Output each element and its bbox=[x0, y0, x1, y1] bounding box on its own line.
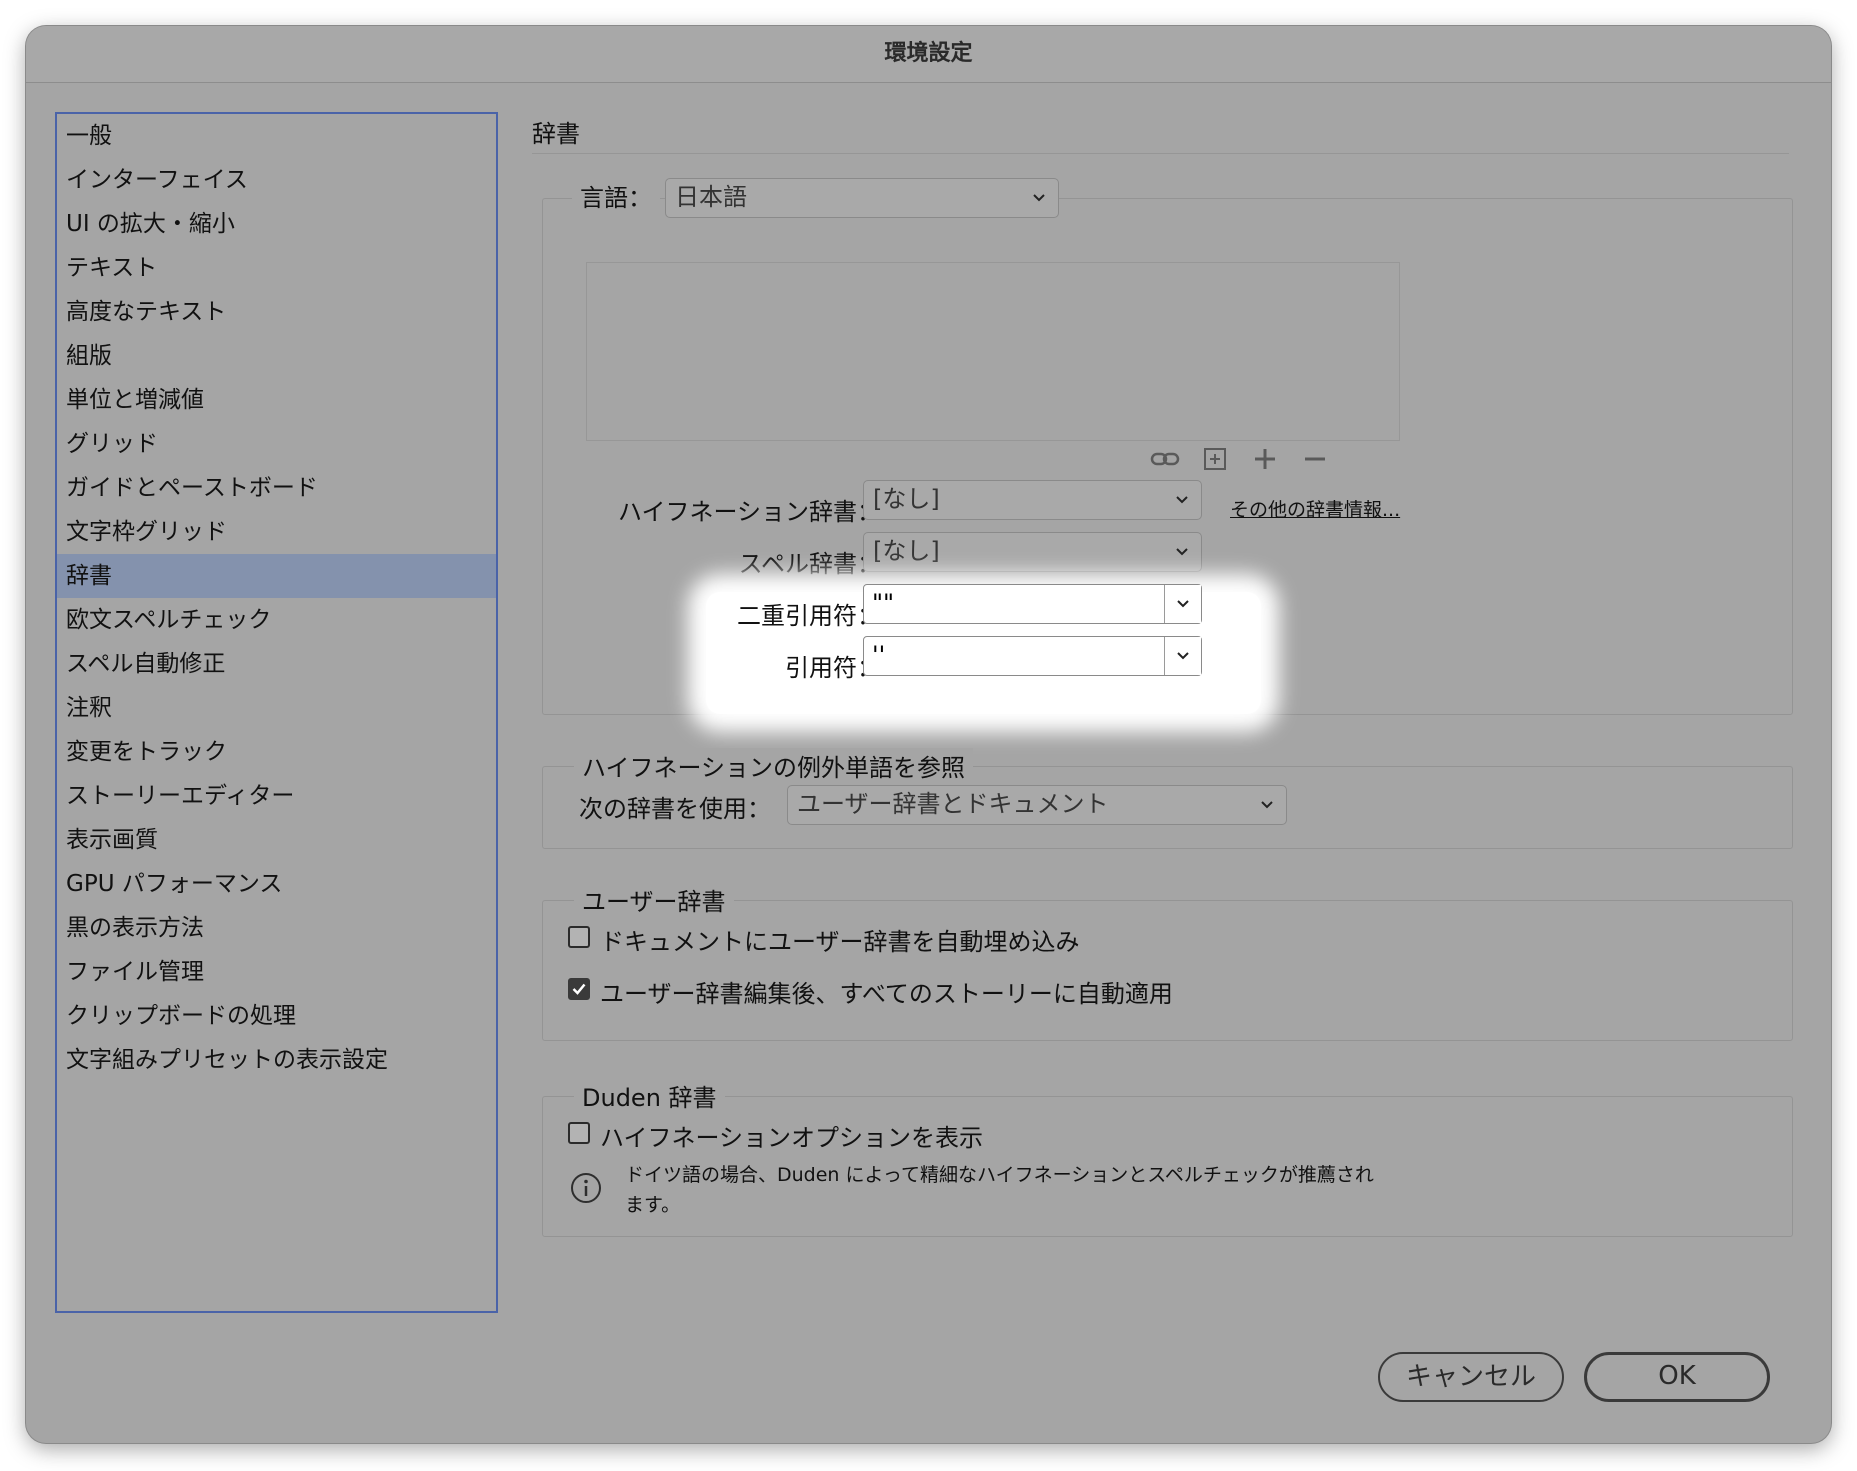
chevron-down-icon bbox=[1177, 600, 1189, 608]
sidebar-item-grids[interactable]: グリッド bbox=[57, 422, 496, 466]
category-list[interactable]: 一般 インターフェイス UI の拡大・縮小 テキスト 高度なテキスト 組版 単位… bbox=[55, 112, 498, 1313]
sidebar-item-dictionary[interactable]: 辞書 bbox=[57, 554, 496, 598]
double-quotes-label: 二重引用符： bbox=[737, 602, 881, 630]
user-dict-legend: ユーザー辞書 bbox=[574, 882, 734, 917]
single-quotes-dropdown-button[interactable] bbox=[1164, 637, 1201, 675]
duden-info-text: ドイツ語の場合、Duden によって精細なハイフネーションとスペルチェックが推薦… bbox=[625, 1164, 1374, 1216]
exceptions-use-label: 次の辞書を使用： bbox=[579, 795, 771, 823]
double-quotes-dropdown-button[interactable] bbox=[1164, 585, 1201, 623]
exceptions-legend: ハイフネーションの例外単語を参照 bbox=[574, 748, 974, 783]
language-legend: 言語： bbox=[572, 178, 660, 218]
sidebar-item-ui-scaling[interactable]: UI の拡大・縮小 bbox=[57, 202, 496, 246]
checkmark-icon bbox=[572, 983, 586, 995]
sidebar-item-black[interactable]: 黒の表示方法 bbox=[57, 906, 496, 950]
exceptions-value: ユーザー辞書とドキュメント bbox=[797, 790, 1109, 818]
info-icon bbox=[571, 1173, 601, 1203]
language-label: 言語： bbox=[580, 184, 652, 212]
more-dictionary-info-link[interactable]: その他の辞書情報... bbox=[1230, 495, 1400, 522]
embed-user-dict-label[interactable]: ドキュメントにユーザー辞書を自動埋め込み bbox=[600, 922, 1080, 957]
sidebar-item-notes[interactable]: 注釈 bbox=[57, 686, 496, 730]
hyphenation-dict-label: ハイフネーション辞書： bbox=[617, 498, 881, 526]
spell-dict-select[interactable]: [なし] bbox=[863, 532, 1202, 572]
single-quotes-value: '' bbox=[872, 641, 886, 669]
sidebar-item-text[interactable]: テキスト bbox=[57, 246, 496, 290]
show-hyphenation-options-checkbox[interactable] bbox=[568, 1122, 590, 1144]
hyphenation-dict-select[interactable]: [なし] bbox=[863, 480, 1202, 520]
sidebar-item-track-changes[interactable]: 変更をトラック bbox=[57, 730, 496, 774]
sidebar-item-spelling[interactable]: 欧文スペルチェック bbox=[57, 598, 496, 642]
add-box-icon[interactable] bbox=[1200, 444, 1230, 474]
embed-user-dict-checkbox[interactable] bbox=[568, 926, 590, 948]
sidebar-item-mojikumi[interactable]: 文字組みプリセットの表示設定 bbox=[57, 1038, 496, 1082]
link-icon[interactable] bbox=[1150, 444, 1180, 474]
title-divider bbox=[532, 153, 1789, 154]
sidebar-item-general[interactable]: 一般 bbox=[57, 114, 496, 158]
minus-icon[interactable] bbox=[1300, 444, 1330, 474]
language-select[interactable]: 日本語 bbox=[665, 178, 1059, 218]
window-title: 環境設定 bbox=[26, 26, 1831, 83]
chevron-down-icon bbox=[1176, 496, 1188, 504]
spell-dict-value: [なし] bbox=[873, 537, 940, 565]
sidebar-item-guides[interactable]: ガイドとペーストボード bbox=[57, 466, 496, 510]
language-value: 日本語 bbox=[675, 183, 747, 211]
chevron-down-icon bbox=[1177, 652, 1189, 660]
chevron-down-icon bbox=[1033, 194, 1045, 202]
sidebar-item-composition[interactable]: 組版 bbox=[57, 334, 496, 378]
auto-apply-label[interactable]: ユーザー辞書編集後、すべてのストーリーに自動適用 bbox=[600, 974, 1173, 1009]
sidebar-item-file-handling[interactable]: ファイル管理 bbox=[57, 950, 496, 994]
plus-icon[interactable] bbox=[1250, 444, 1280, 474]
double-quotes-value: "" bbox=[872, 589, 895, 617]
double-quotes-combo[interactable]: "" bbox=[863, 584, 1202, 624]
single-quotes-combo[interactable]: '' bbox=[863, 636, 1202, 676]
cancel-button[interactable]: キャンセル bbox=[1378, 1352, 1564, 1402]
chevron-down-icon bbox=[1176, 548, 1188, 556]
exceptions-select[interactable]: ユーザー辞書とドキュメント bbox=[787, 785, 1287, 825]
duden-legend: Duden 辞書 bbox=[574, 1078, 725, 1113]
sidebar-item-units[interactable]: 単位と増減値 bbox=[57, 378, 496, 422]
ok-button[interactable]: OK bbox=[1584, 1352, 1770, 1402]
show-hyphenation-options-label[interactable]: ハイフネーションオプションを表示 bbox=[600, 1118, 983, 1153]
sidebar-item-clipboard[interactable]: クリップボードの処理 bbox=[57, 994, 496, 1038]
sidebar-item-advanced-text[interactable]: 高度なテキスト bbox=[57, 290, 496, 334]
sidebar-item-story-editor[interactable]: ストーリーエディター bbox=[57, 774, 496, 818]
sidebar-item-gpu[interactable]: GPU パフォーマンス bbox=[57, 862, 496, 906]
sidebar-item-autocorrect[interactable]: スペル自動修正 bbox=[57, 642, 496, 686]
chevron-down-icon bbox=[1261, 801, 1273, 809]
dictionary-list[interactable] bbox=[586, 262, 1400, 441]
hyphenation-dict-value: [なし] bbox=[873, 485, 940, 513]
spell-dict-label: スペル辞書： bbox=[738, 550, 881, 578]
sidebar-item-interface[interactable]: インターフェイス bbox=[57, 158, 496, 202]
sidebar-item-display-performance[interactable]: 表示画質 bbox=[57, 818, 496, 862]
section-title: 辞書 bbox=[532, 120, 580, 148]
sidebar-item-frame-grid[interactable]: 文字枠グリッド bbox=[57, 510, 496, 554]
auto-apply-checkbox[interactable] bbox=[568, 978, 590, 1000]
preferences-window: 環境設定 一般 インターフェイス UI の拡大・縮小 テキスト 高度なテキスト … bbox=[26, 26, 1831, 1443]
